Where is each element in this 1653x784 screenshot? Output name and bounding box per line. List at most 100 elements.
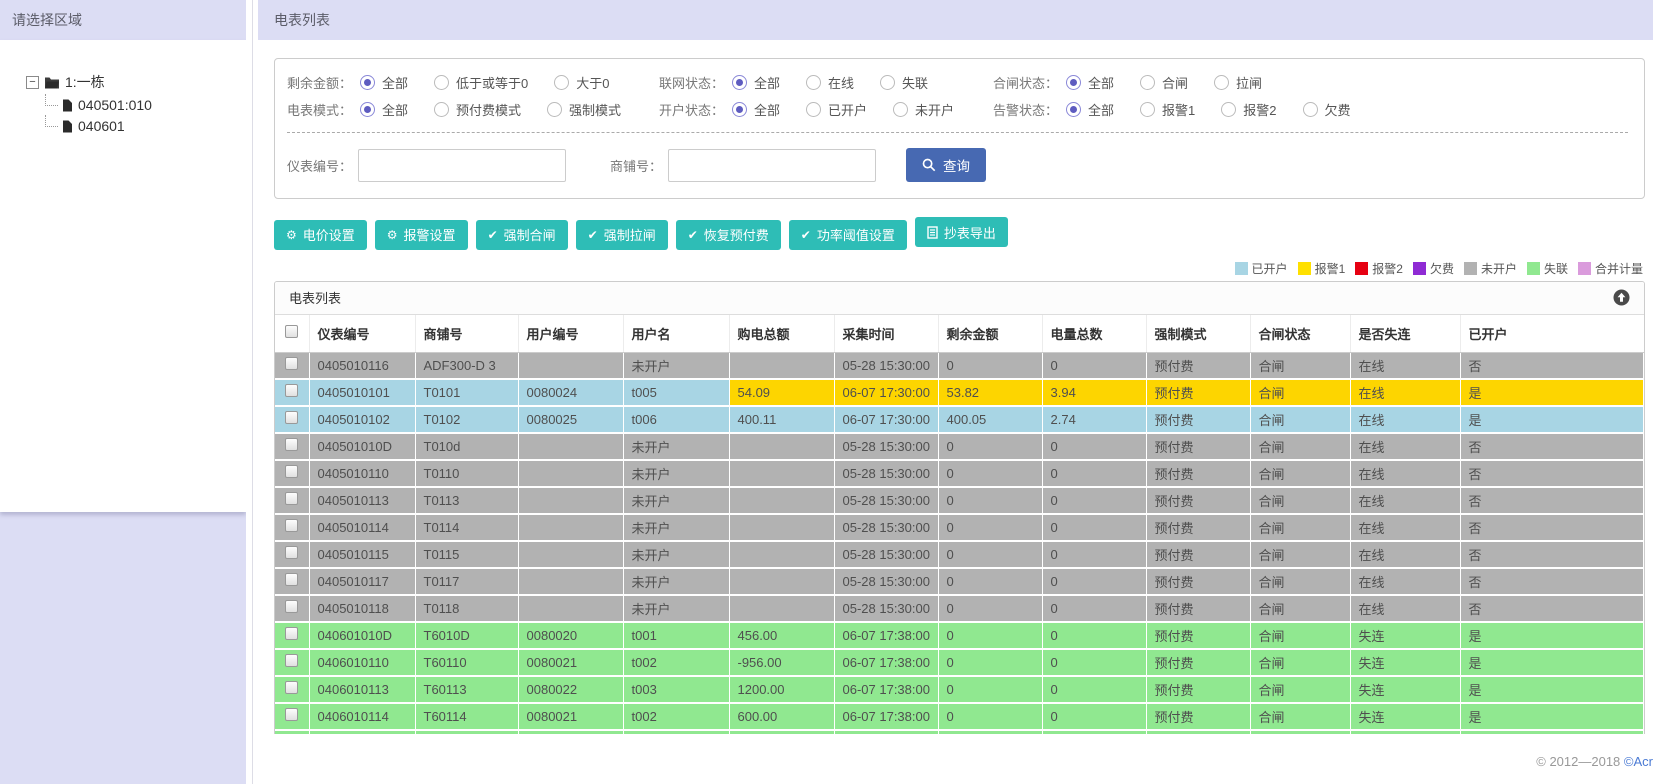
row-checkbox[interactable] bbox=[285, 411, 299, 424]
meter-mode-option-0[interactable]: 全部 bbox=[360, 100, 408, 119]
row-checkbox[interactable] bbox=[285, 573, 299, 586]
remaining-amount-option-0[interactable]: 全部 bbox=[360, 73, 408, 92]
radio-icon[interactable] bbox=[1221, 102, 1237, 117]
table-cell: 0405010115 bbox=[309, 540, 416, 569]
table-cell: 预付费 bbox=[1146, 594, 1251, 623]
tree-connector bbox=[45, 115, 58, 127]
alarm-status-option-2[interactable]: 报警2 bbox=[1221, 100, 1277, 119]
switch-status-option-2[interactable]: 拉闸 bbox=[1214, 73, 1262, 92]
remaining-amount-option-2[interactable]: 大于0 bbox=[554, 73, 610, 92]
search-icon bbox=[922, 158, 936, 172]
table-cell: 预付费 bbox=[1146, 459, 1251, 488]
row-checkbox[interactable] bbox=[285, 708, 299, 721]
radio-icon[interactable] bbox=[880, 75, 896, 90]
tree-root-node[interactable]: − 1:一栋 bbox=[26, 72, 240, 92]
shop-number-input[interactable] bbox=[668, 148, 877, 182]
force-open-switch-button[interactable]: ✔ 强制拉闸 bbox=[575, 219, 668, 250]
switch-status-option-1[interactable]: 合闸 bbox=[1140, 73, 1188, 92]
table-cell: 0 bbox=[1042, 459, 1147, 488]
row-checkbox[interactable] bbox=[285, 627, 299, 640]
row-checkbox[interactable] bbox=[285, 465, 299, 478]
meter-export-button[interactable]: 抄表导出 bbox=[914, 217, 1008, 247]
switch-status-option-0[interactable]: 全部 bbox=[1066, 73, 1114, 92]
power-threshold-settings-button[interactable]: ✔ 功率阈值设置 bbox=[788, 219, 907, 250]
radio-icon[interactable] bbox=[547, 102, 563, 117]
page: 请选择区域 − 1:一栋 040501:010 040601 电表列表 剩余金额… bbox=[0, 0, 1653, 784]
alarm-status-option-1[interactable]: 报警1 bbox=[1140, 100, 1195, 119]
table-cell: 否 bbox=[1460, 486, 1644, 515]
row-checkbox[interactable] bbox=[285, 384, 299, 397]
folder-icon bbox=[44, 76, 60, 89]
table-cell: 400.05 bbox=[938, 405, 1043, 434]
tree-item-label[interactable]: 040601 bbox=[78, 118, 125, 134]
radio-icon[interactable] bbox=[1302, 102, 1318, 117]
table-cell: 预付费 bbox=[1146, 621, 1251, 650]
radio-icon[interactable] bbox=[1140, 75, 1156, 90]
account-status-option-1[interactable]: 已开户 bbox=[806, 100, 867, 119]
radio-icon[interactable] bbox=[732, 102, 748, 117]
network-status-option-1[interactable]: 在线 bbox=[806, 73, 854, 92]
price-settings-button[interactable]: ⚙ 电价设置 bbox=[274, 219, 367, 250]
tree-item[interactable]: 040501:010 bbox=[45, 94, 240, 113]
collapse-panel-icon[interactable] bbox=[1613, 289, 1630, 306]
radio-icon[interactable] bbox=[360, 75, 376, 90]
radio-icon[interactable] bbox=[806, 75, 822, 90]
meter-mode-option-2[interactable]: 强制模式 bbox=[547, 100, 621, 119]
meter-number-input[interactable] bbox=[358, 148, 567, 182]
radio-icon[interactable] bbox=[893, 102, 909, 117]
radio-icon[interactable] bbox=[554, 75, 570, 90]
filter-label-switch-status: 合闸状态： bbox=[993, 76, 1059, 91]
legend-item: 报警1 bbox=[1297, 261, 1345, 276]
radio-icon[interactable] bbox=[1140, 102, 1156, 117]
radio-icon[interactable] bbox=[434, 75, 450, 90]
table-cell: T0114 bbox=[415, 513, 519, 542]
sidebar: 请选择区域 − 1:一栋 040501:010 040601 bbox=[0, 0, 246, 784]
meter-mode-option-1[interactable]: 预付费模式 bbox=[434, 100, 521, 119]
table-cell: 0 bbox=[1042, 675, 1147, 704]
tree-root-label[interactable]: 1:一栋 bbox=[65, 72, 105, 92]
account-status-option-2[interactable]: 未开户 bbox=[893, 100, 954, 119]
copyright-link[interactable]: ©Acr bbox=[1624, 754, 1653, 769]
force-close-switch-button[interactable]: ✔ 强制合闸 bbox=[475, 219, 568, 250]
row-checkbox[interactable] bbox=[285, 654, 299, 667]
tree-collapse-toggle[interactable]: − bbox=[26, 75, 39, 89]
table-cell: 未开户 bbox=[623, 352, 730, 380]
row-checkbox[interactable] bbox=[285, 492, 299, 505]
column-header-10: 是否失连 bbox=[1350, 314, 1461, 353]
row-checkbox[interactable] bbox=[285, 519, 299, 532]
row-checkbox[interactable] bbox=[285, 438, 299, 451]
radio-icon[interactable] bbox=[732, 75, 748, 90]
tree-item[interactable]: 040601 bbox=[45, 115, 240, 134]
row-checkbox[interactable] bbox=[285, 357, 299, 370]
radio-icon[interactable] bbox=[434, 102, 450, 117]
remaining-amount-option-1[interactable]: 低于或等于0 bbox=[434, 73, 528, 92]
account-status-option-0[interactable]: 全部 bbox=[732, 100, 780, 119]
row-checkbox[interactable] bbox=[285, 546, 299, 559]
table-panel-header: 电表列表 bbox=[275, 281, 1644, 315]
table-cell: T6010D bbox=[415, 621, 519, 650]
row-checkbox[interactable] bbox=[285, 681, 299, 694]
network-status-option-0[interactable]: 全部 bbox=[732, 73, 780, 92]
alarm-settings-button[interactable]: ⚙ 报警设置 bbox=[374, 219, 468, 250]
table-cell: 否 bbox=[1460, 594, 1644, 623]
alarm-status-option-0[interactable]: 全部 bbox=[1066, 100, 1114, 119]
restore-prepaid-button[interactable]: ✔ 恢复预付费 bbox=[675, 219, 781, 250]
table-cell: t006 bbox=[623, 405, 730, 434]
radio-icon[interactable] bbox=[360, 102, 376, 117]
table-cell: 是 bbox=[1460, 675, 1644, 704]
radio-icon[interactable] bbox=[1214, 75, 1230, 90]
tree-item-label[interactable]: 040501:010 bbox=[78, 97, 152, 113]
alarm-status-option-3[interactable]: 欠费 bbox=[1302, 100, 1351, 119]
query-button[interactable]: 查询 bbox=[906, 148, 987, 182]
legend-label: 已开户 bbox=[1251, 261, 1288, 276]
gear-icon: ⚙ bbox=[386, 227, 398, 242]
radio-icon[interactable] bbox=[1066, 75, 1082, 90]
table-cell: 预付费 bbox=[1146, 432, 1251, 461]
legend-label: 合并计量 bbox=[1594, 261, 1643, 276]
radio-icon[interactable] bbox=[1066, 102, 1082, 117]
network-status-option-2[interactable]: 失联 bbox=[880, 73, 928, 92]
row-checkbox[interactable] bbox=[285, 600, 299, 613]
select-all-checkbox[interactable] bbox=[285, 325, 299, 338]
radio-icon[interactable] bbox=[806, 102, 822, 117]
action-button-label: 恢复预付费 bbox=[703, 228, 769, 243]
